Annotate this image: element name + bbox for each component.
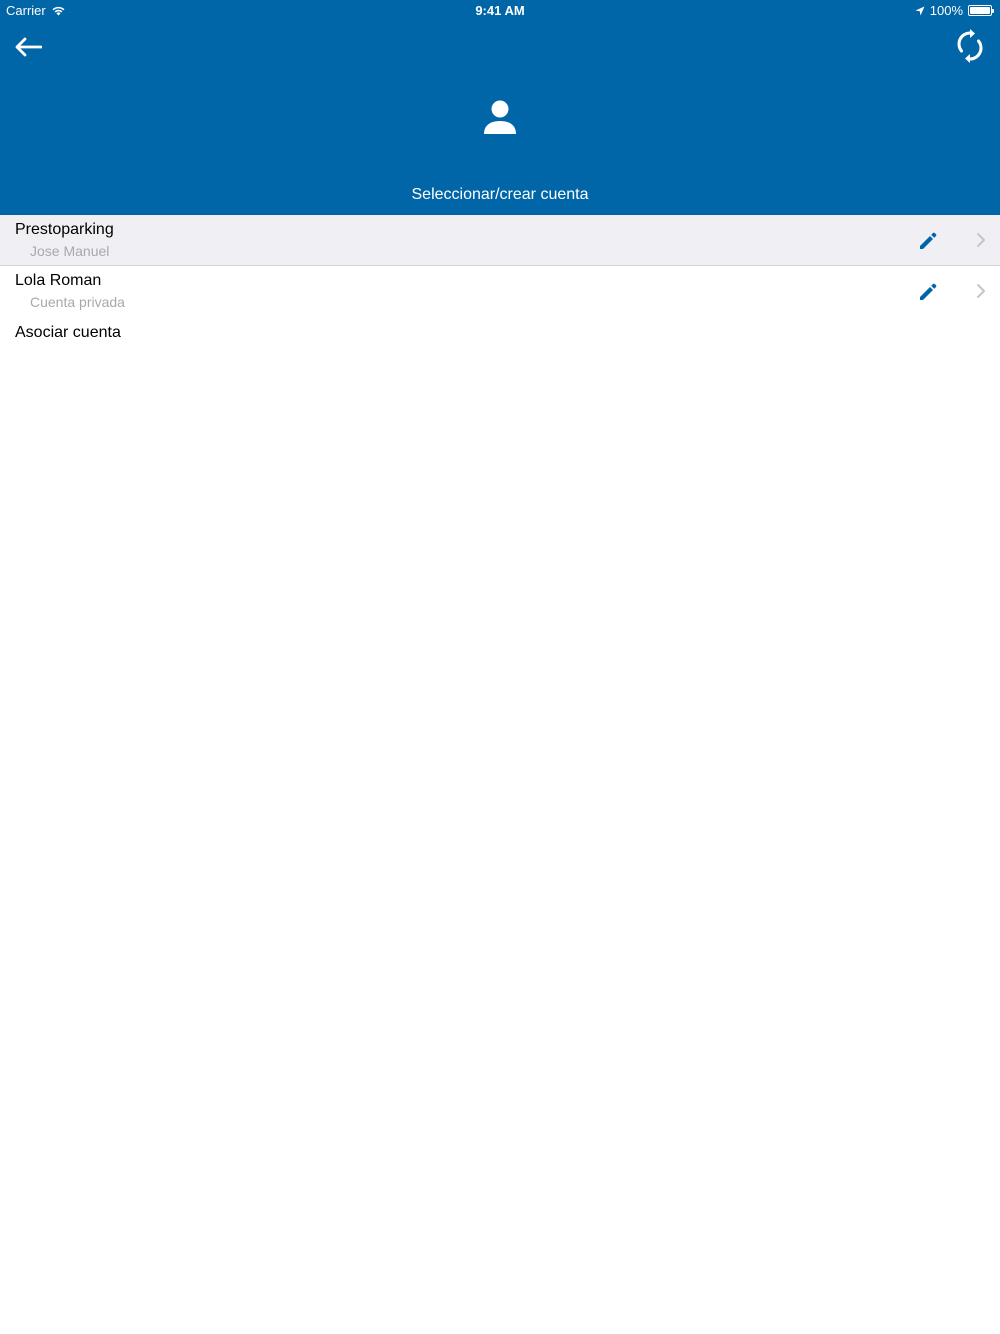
edit-account-button[interactable] <box>916 229 940 253</box>
account-list: Prestoparking Jose Manuel Lola Roman Cue… <box>0 215 1000 367</box>
location-arrow-icon <box>915 6 925 15</box>
chevron-right-icon <box>977 233 985 247</box>
account-subtitle: Cuenta privada <box>30 294 125 310</box>
status-right: 100% <box>915 3 994 18</box>
edit-account-button[interactable] <box>916 280 940 304</box>
pencil-icon <box>920 283 937 300</box>
arrow-left-icon <box>15 37 42 57</box>
associate-account-label: Asociar cuenta <box>15 324 121 341</box>
page-title: Seleccionar/crear cuenta <box>411 186 589 203</box>
person-icon <box>484 100 516 134</box>
account-row-prestoparking[interactable]: Prestoparking Jose Manuel <box>0 215 1000 266</box>
battery-icon <box>968 5 994 16</box>
chevron-right-icon <box>977 284 985 298</box>
account-subtitle: Jose Manuel <box>30 243 110 259</box>
account-row-lola-roman[interactable]: Lola Roman Cuenta privada <box>0 266 1000 317</box>
battery-level <box>970 7 990 14</box>
app-header: Carrier 9:41 AM 100% Seleccionar/crear c… <box>0 0 1000 215</box>
account-name: Lola Roman <box>15 272 102 289</box>
battery-percent: 100% <box>929 3 963 18</box>
associate-account-button[interactable]: Asociar cuenta <box>0 317 1000 367</box>
back-button[interactable] <box>8 28 48 66</box>
sync-icon <box>957 29 983 63</box>
pencil-icon <box>920 232 937 249</box>
sync-button[interactable] <box>950 26 990 66</box>
status-bar: Carrier 9:41 AM 100% <box>0 0 1000 22</box>
account-name: Prestoparking <box>15 221 114 238</box>
status-time: 9:41 AM <box>475 3 525 18</box>
